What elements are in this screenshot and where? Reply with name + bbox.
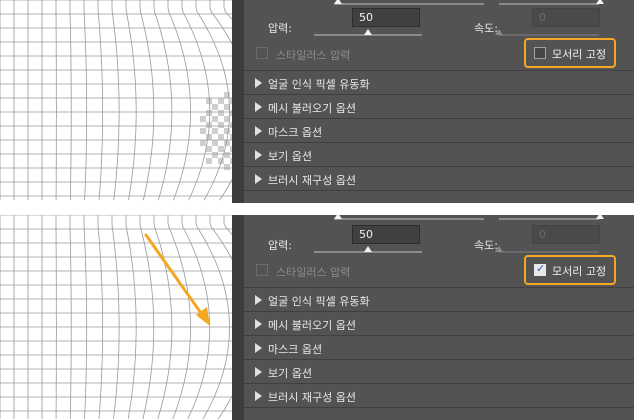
arrow-icon — [144, 233, 210, 326]
